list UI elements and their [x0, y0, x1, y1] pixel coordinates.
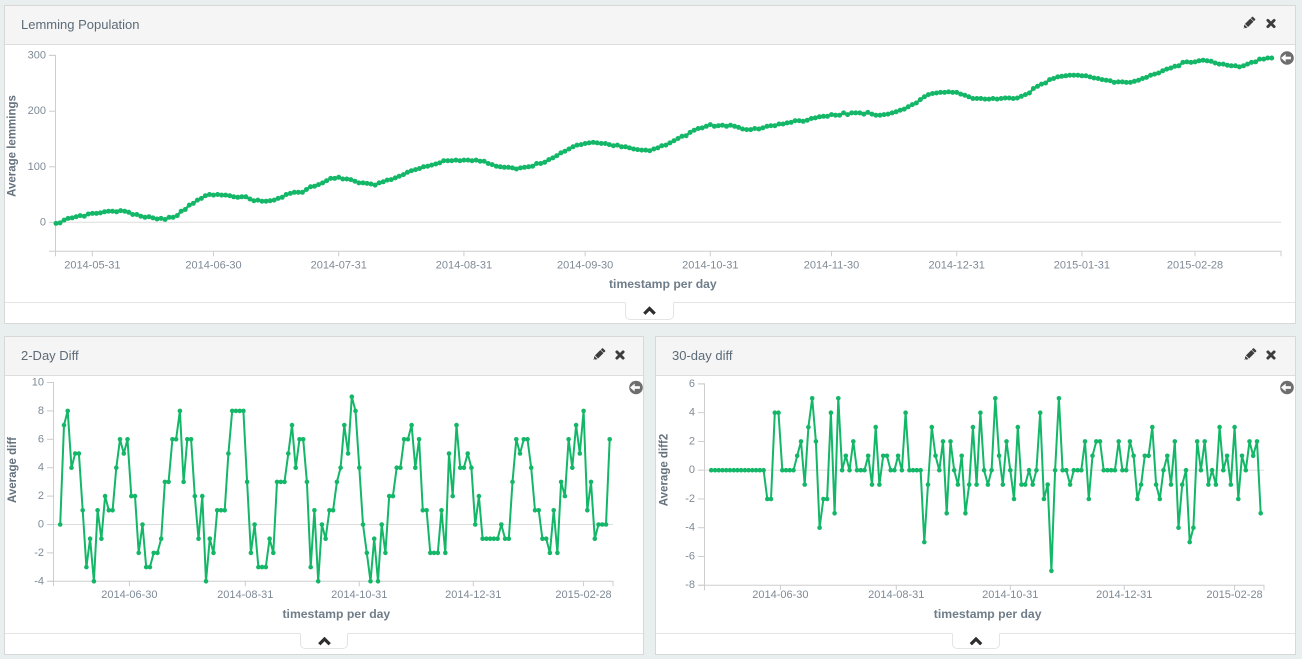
svg-text:2014-06-30: 2014-06-30 [752, 589, 808, 601]
svg-text:2014-06-30: 2014-06-30 [185, 260, 241, 272]
svg-text:2015-02-28: 2015-02-28 [555, 589, 611, 601]
svg-text:2: 2 [38, 490, 44, 502]
svg-text:2014-10-31: 2014-10-31 [682, 260, 738, 272]
svg-text:2014-12-31: 2014-12-31 [1096, 589, 1152, 601]
svg-text:2014-07-31: 2014-07-31 [311, 260, 367, 272]
svg-text:2014-06-30: 2014-06-30 [101, 589, 157, 601]
svg-text:2014-05-31: 2014-05-31 [64, 260, 120, 272]
svg-text:8: 8 [38, 405, 44, 417]
svg-text:6: 6 [38, 433, 44, 445]
svg-text:6: 6 [689, 378, 695, 390]
svg-text:2014-08-31: 2014-08-31 [868, 589, 924, 601]
svg-text:2014-10-31: 2014-10-31 [982, 589, 1038, 601]
svg-text:2: 2 [689, 435, 695, 447]
svg-text:0: 0 [40, 216, 46, 228]
svg-text:10: 10 [32, 377, 44, 389]
svg-text:2014-12-31: 2014-12-31 [445, 589, 501, 601]
svg-text:2015-02-28: 2015-02-28 [1167, 260, 1223, 272]
svg-text:0: 0 [689, 464, 695, 476]
svg-text:2015-02-28: 2015-02-28 [1206, 589, 1262, 601]
svg-text:-2: -2 [685, 493, 695, 505]
svg-text:-6: -6 [685, 550, 695, 562]
svg-text:2014-11-30: 2014-11-30 [804, 260, 859, 272]
svg-text:-4: -4 [34, 575, 44, 587]
svg-text:2014-10-31: 2014-10-31 [331, 589, 387, 601]
svg-text:4: 4 [38, 462, 44, 474]
svg-text:2015-01-31: 2015-01-31 [1054, 260, 1110, 272]
svg-text:-4: -4 [685, 522, 695, 534]
svg-text:2014-12-31: 2014-12-31 [929, 260, 985, 272]
svg-text:300: 300 [28, 49, 46, 61]
svg-text:-8: -8 [685, 579, 695, 591]
svg-text:2014-08-31: 2014-08-31 [436, 260, 492, 272]
svg-text:200: 200 [28, 105, 46, 117]
svg-text:0: 0 [38, 519, 44, 531]
svg-text:2014-08-31: 2014-08-31 [217, 589, 273, 601]
svg-text:2014-09-30: 2014-09-30 [557, 260, 613, 272]
svg-text:100: 100 [28, 161, 46, 173]
svg-text:4: 4 [689, 407, 695, 419]
svg-text:-2: -2 [34, 547, 44, 559]
